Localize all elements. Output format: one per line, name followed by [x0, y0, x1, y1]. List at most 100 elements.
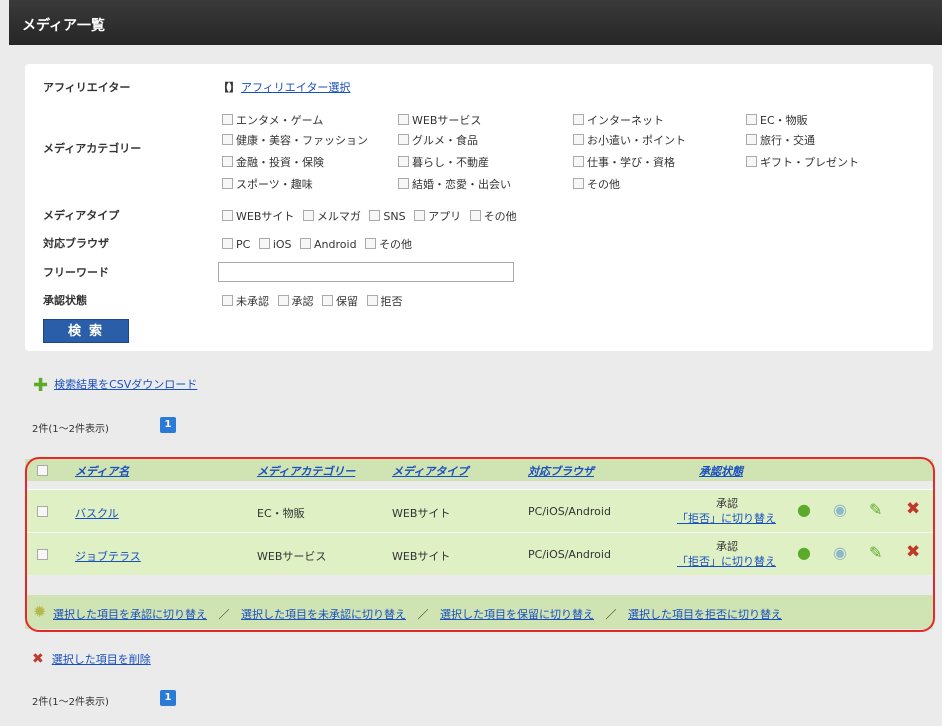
category-option[interactable]: ギフト・プレゼント [746, 154, 859, 170]
type-option[interactable]: その他 [469, 210, 517, 223]
affiliator-select-link[interactable]: アフィリエイター選択 [241, 79, 350, 95]
edit-icon[interactable]: ✎ [869, 502, 882, 518]
type-option[interactable]: アプリ [414, 210, 461, 223]
delete-icon[interactable]: ✖ [906, 501, 920, 518]
browser-option[interactable]: PC [222, 238, 250, 251]
page-button-bottom[interactable]: 1 [160, 690, 176, 706]
category-label: メディアカテゴリー [43, 142, 142, 155]
type-option[interactable]: WEBサイト [222, 210, 294, 223]
category-option[interactable]: 結婚・恋愛・出会い [398, 176, 511, 192]
page-header: メディア一覧 [9, 0, 942, 45]
category-option[interactable]: 仕事・学び・資格 [573, 154, 675, 170]
status-option[interactable]: 保留 [322, 295, 358, 308]
category-option-label: ギフト・プレゼント [760, 156, 859, 169]
separator: ／ [605, 608, 617, 621]
type-option[interactable]: SNS [369, 210, 406, 223]
category-option[interactable]: グルメ・食品 [398, 132, 478, 148]
category-option[interactable]: エンタメ・ゲーム [222, 112, 323, 128]
toggle-reject-link[interactable]: 「拒否」に切り替え [677, 510, 776, 526]
category-option[interactable]: WEBサービス [398, 112, 481, 128]
status-cell: 承認 [716, 497, 738, 510]
category-option[interactable]: 旅行・交通 [746, 132, 815, 148]
category-option-label: お小遣い・ポイント [587, 134, 686, 147]
status-label: 承認状態 [43, 294, 87, 307]
category-option[interactable]: 金融・投資・保険 [222, 154, 324, 170]
csv-download-link[interactable]: 検索結果をCSVダウンロード [54, 378, 197, 391]
category-option[interactable]: EC・物販 [746, 112, 808, 128]
category-option-label: 結婚・恋愛・出会い [412, 178, 511, 191]
category-option-label: 暮らし・不動産 [412, 156, 489, 169]
page-button[interactable]: 1 [160, 417, 176, 433]
row-checkbox[interactable] [37, 506, 48, 517]
plus-icon: ✚ [33, 375, 49, 396]
freeword-input[interactable] [218, 262, 514, 282]
category-cell: EC・物販 [257, 507, 305, 520]
result-count: 2件(1～2件表示) [32, 424, 109, 435]
affiliator-bracket-icon: 【】 [218, 81, 240, 94]
header-browser[interactable]: 対応ブラウザ [528, 463, 594, 479]
header-type[interactable]: メディアタイプ [392, 463, 468, 479]
bulk-reject-link[interactable]: 選択した項目を拒否に切り替え [628, 608, 782, 621]
bulk-approve-link[interactable]: 選択した項目を承認に切り替え [53, 608, 207, 621]
type-options: WEBサイト メルマガ SNS アプリ その他 [222, 208, 522, 224]
search-button[interactable]: 検索 [43, 319, 129, 343]
status-option[interactable]: 未承認 [222, 295, 269, 308]
status-cell: 承認 [716, 540, 738, 553]
delete-selected-link[interactable]: 選択した項目を削除 [52, 653, 151, 666]
edit-icon[interactable]: ✎ [869, 545, 882, 561]
globe-icon[interactable]: ◉ [833, 545, 847, 561]
bulk-actions-bar: ✹ 選択した項目を承認に切り替え ／ 選択した項目を未承認に切り替え ／ 選択し… [25, 595, 933, 629]
type-option[interactable]: メルマガ [302, 210, 361, 223]
media-name-link[interactable]: ジョブテラス [75, 548, 141, 564]
delete-selected: ✖ 選択した項目を削除 [32, 651, 151, 667]
csv-download: ✚ 検索結果をCSVダウンロード [33, 375, 197, 396]
category-option[interactable]: スポーツ・趣味 [222, 176, 313, 192]
page-title: メディア一覧 [22, 18, 106, 34]
category-option[interactable]: 暮らし・不動産 [398, 154, 489, 170]
browser-option[interactable]: その他 [365, 238, 412, 251]
header-status[interactable]: 承認状態 [699, 463, 743, 479]
category-option-label: エンタメ・ゲーム [236, 114, 324, 127]
bulk-unapprove-link[interactable]: 選択した項目を未承認に切り替え [241, 608, 406, 621]
category-option[interactable]: インターネット [573, 112, 664, 128]
separator: ／ [417, 608, 429, 621]
delete-icon[interactable]: ✖ [906, 544, 920, 561]
toggle-reject-link[interactable]: 「拒否」に切り替え [677, 553, 776, 569]
select-all-checkbox[interactable] [37, 465, 48, 476]
user-icon[interactable]: ● [797, 545, 811, 561]
category-option-label: 健康・美容・ファッション [236, 134, 368, 147]
category-option-label: 仕事・学び・資格 [587, 156, 675, 169]
browser-option[interactable]: iOS [258, 238, 292, 251]
delete-x-icon: ✖ [32, 651, 44, 667]
media-name-link[interactable]: バスクル [75, 505, 119, 521]
result-count-bottom: 2件(1～2件表示) [32, 697, 109, 708]
header-media-name[interactable]: メディア名 [75, 463, 129, 479]
category-option[interactable]: 健康・美容・ファッション [222, 132, 368, 148]
type-cell: WEBサイト [392, 507, 451, 520]
table-row: ジョブテラス WEBサービス WEBサイト PC/iOS/Android 承認 … [25, 532, 933, 575]
browser-option[interactable]: Android [300, 238, 357, 251]
category-option[interactable]: お小遣い・ポイント [573, 132, 686, 148]
browser-cell: PC/iOS/Android [528, 505, 611, 518]
globe-icon[interactable]: ◉ [833, 502, 847, 518]
category-option-label: グルメ・食品 [412, 134, 478, 147]
gear-icon: ✹ [33, 602, 47, 621]
category-option-label: EC・物販 [760, 114, 808, 127]
browser-label: 対応ブラウザ [43, 237, 109, 250]
browser-cell: PC/iOS/Android [528, 548, 611, 561]
search-panel: アフィリエイター 【】 アフィリエイター選択 メディアカテゴリー エンタメ・ゲー… [25, 64, 933, 351]
table-header: メディア名 メディアカテゴリー メディアタイプ 対応ブラウザ 承認状態 [25, 459, 933, 481]
separator: ／ [218, 608, 230, 621]
user-icon[interactable]: ● [797, 502, 811, 518]
row-checkbox[interactable] [37, 549, 48, 560]
header-category[interactable]: メディアカテゴリー [257, 463, 355, 479]
bulk-actions: 選択した項目を承認に切り替え ／ 選択した項目を未承認に切り替え ／ 選択した項… [53, 606, 782, 622]
status-option[interactable]: 承認 [277, 295, 314, 308]
freeword-label: フリーワード [43, 266, 109, 279]
status-option[interactable]: 拒否 [366, 295, 403, 308]
category-option[interactable]: その他 [573, 176, 620, 192]
affiliator-label: アフィリエイター [43, 81, 131, 94]
type-cell: WEBサイト [392, 550, 451, 563]
bulk-hold-link[interactable]: 選択した項目を保留に切り替え [440, 608, 594, 621]
category-option-label: スポーツ・趣味 [236, 178, 313, 191]
